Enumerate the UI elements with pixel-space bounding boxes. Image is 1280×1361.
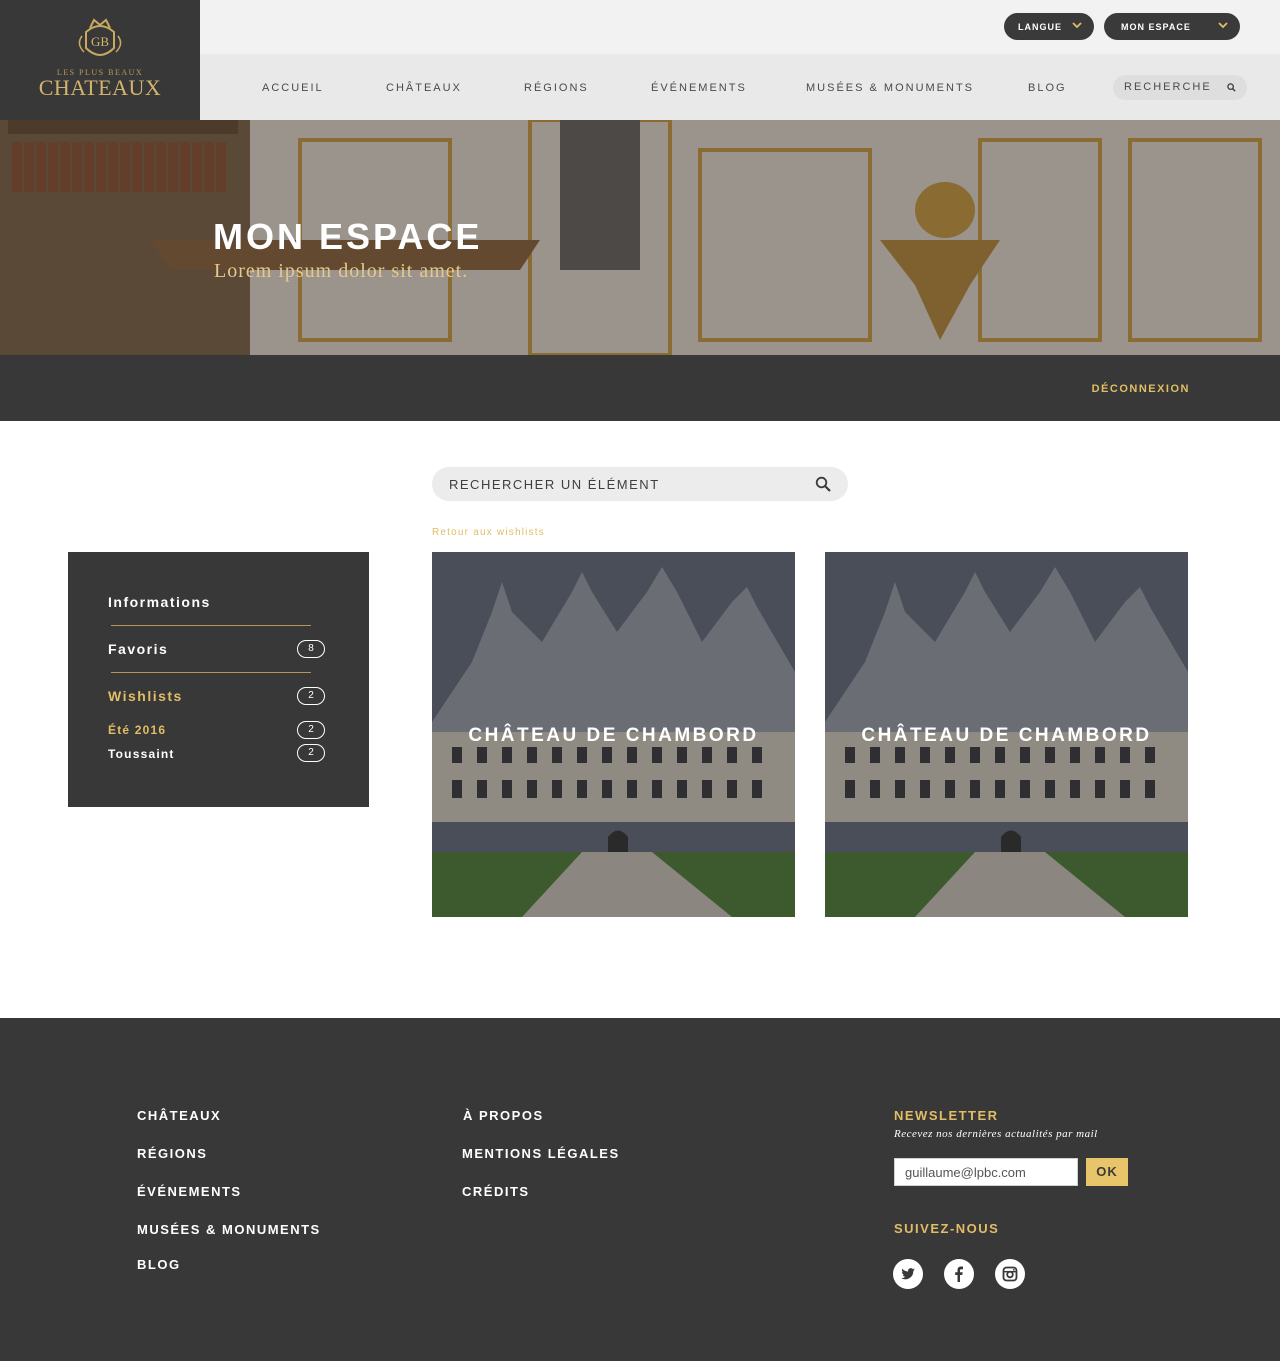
nav-search-field[interactable]: RECHERCHE	[1113, 75, 1247, 100]
language-dropdown[interactable]: LANGUE	[1004, 13, 1094, 40]
sidebar-divider	[111, 672, 311, 673]
wishlist-count-badge: 2	[297, 721, 325, 739]
nav-item-blog[interactable]: BLOG	[1028, 82, 1067, 94]
wishlists-count-badge: 2	[297, 687, 325, 705]
account-sidebar: Informations Favoris 8 Wishlists 2 Été 2…	[68, 552, 369, 807]
wishlist-card[interactable]: CHÂTEAU DE CHAMBORD	[825, 552, 1188, 917]
sidebar-divider	[111, 625, 311, 626]
hero-overlay	[0, 120, 1280, 355]
nav-search-label: RECHERCHE	[1124, 81, 1212, 93]
instagram-link[interactable]	[995, 1259, 1025, 1289]
sidebar-item-wishlists[interactable]: Wishlists	[108, 688, 183, 704]
nav-item-evenements[interactable]: ÉVÉNEMENTS	[651, 82, 747, 94]
footer-link-blog[interactable]: BLOG	[137, 1257, 181, 1272]
nav-item-accueil[interactable]: ACCUEIL	[262, 82, 324, 94]
language-label: LANGUE	[1018, 21, 1062, 32]
main-navigation: ACCUEIL CHÂTEAUX RÉGIONS ÉVÉNEMENTS MUSÉ…	[200, 54, 1280, 120]
facebook-icon	[955, 1266, 963, 1282]
account-dropdown[interactable]: MON ESPACE	[1104, 13, 1240, 40]
nav-item-musees-monuments[interactable]: MUSÉES & MONUMENTS	[806, 82, 974, 94]
newsletter-note: Recevez nos dernières actualités par mai…	[894, 1128, 1098, 1140]
page-title: MON ESPACE	[213, 216, 483, 257]
newsletter-heading: NEWSLETTER	[894, 1108, 999, 1123]
twitter-icon	[901, 1268, 915, 1280]
card-title: CHÂTEAU DE CHAMBORD	[468, 725, 759, 746]
sidebar-wishlist-toussaint[interactable]: Toussaint	[108, 747, 175, 761]
footer-link-chateaux[interactable]: CHÂTEAUX	[137, 1108, 221, 1123]
sidebar-item-favoris[interactable]: Favoris	[108, 641, 168, 657]
twitter-link[interactable]	[893, 1259, 923, 1289]
wishlist-card[interactable]: CHÂTEAU DE CHAMBORD	[432, 552, 795, 917]
facebook-link[interactable]	[944, 1259, 974, 1289]
chevron-down-icon	[1218, 22, 1228, 29]
nav-item-regions[interactable]: RÉGIONS	[524, 82, 589, 94]
chevron-down-icon	[1072, 22, 1082, 29]
logo-wordmark: CHATEAUX	[38, 74, 162, 100]
footer-link-credits[interactable]: CRÉDITS	[462, 1184, 530, 1199]
back-to-wishlists-link[interactable]: Retour aux wishlists	[432, 527, 545, 538]
follow-heading: SUIVEZ-NOUS	[894, 1221, 1000, 1236]
footer-link-regions[interactable]: RÉGIONS	[137, 1146, 207, 1161]
footer-link-a-propos[interactable]: À PROPOS	[463, 1108, 544, 1123]
nav-item-chateaux[interactable]: CHÂTEAUX	[386, 82, 462, 94]
top-bar: LANGUE MON ESPACE	[200, 0, 1280, 54]
instagram-icon	[1002, 1266, 1018, 1282]
site-footer: CHÂTEAUX RÉGIONS ÉVÉNEMENTS MUSÉES & MON…	[0, 1018, 1280, 1361]
page-subtitle: Lorem ipsum dolor sit amet.	[214, 260, 469, 282]
element-search-placeholder: RECHERCHER UN ÉLÉMENT	[449, 477, 660, 492]
site-logo[interactable]: GB LES PLUS BEAUX CHATEAUX	[0, 0, 200, 120]
newsletter-email-field[interactable]	[894, 1158, 1078, 1186]
footer-link-musees-monuments[interactable]: MUSÉES & MONUMENTS	[137, 1222, 321, 1237]
search-icon[interactable]	[815, 476, 831, 492]
logo-monogram: GB	[91, 34, 109, 49]
card-title: CHÂTEAU DE CHAMBORD	[861, 725, 1152, 746]
crest-icon: GB	[78, 17, 122, 56]
search-icon[interactable]	[1227, 83, 1236, 92]
sidebar-wishlist-ete-2016[interactable]: Été 2016	[108, 723, 166, 737]
element-search-input[interactable]: RECHERCHER UN ÉLÉMENT	[432, 467, 848, 501]
account-bar: DÉCONNEXION	[0, 355, 1280, 421]
footer-link-mentions-legales[interactable]: MENTIONS LÉGALES	[462, 1146, 620, 1161]
sidebar-heading-informations[interactable]: Informations	[108, 594, 211, 610]
footer-link-evenements[interactable]: ÉVÉNEMENTS	[137, 1184, 242, 1199]
account-label: MON ESPACE	[1121, 21, 1191, 32]
favoris-count-badge: 8	[297, 640, 325, 658]
wishlist-count-badge: 2	[297, 744, 325, 762]
hero-banner: MON ESPACE Lorem ipsum dolor sit amet.	[0, 120, 1280, 355]
logout-link[interactable]: DÉCONNEXION	[1092, 383, 1190, 395]
newsletter-submit-button[interactable]: OK	[1086, 1158, 1128, 1186]
